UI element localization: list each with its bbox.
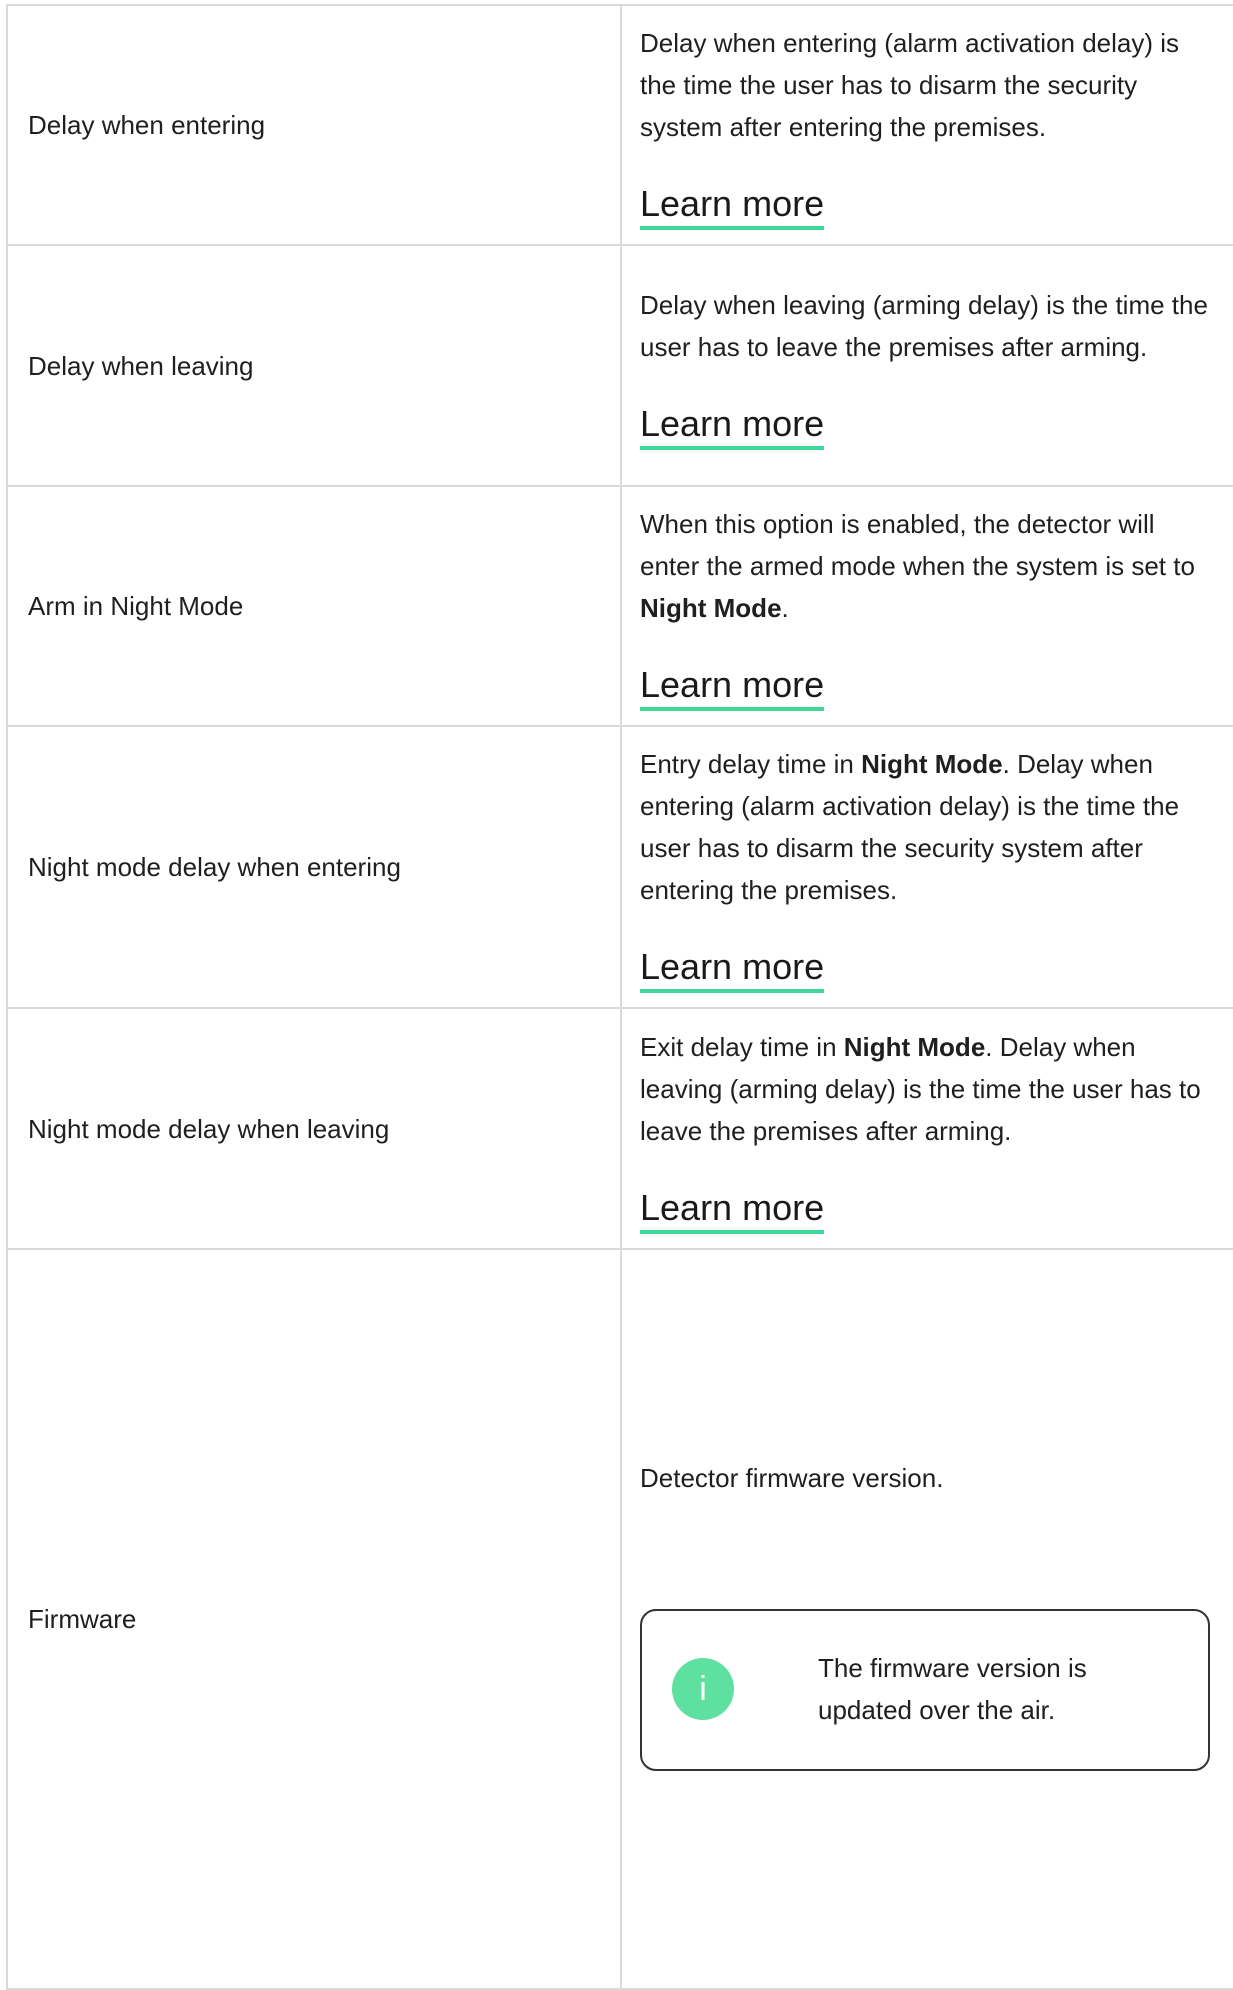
setting-description: Entry delay time in Night Mode. Delay wh…: [640, 743, 1211, 911]
setting-name-cell: Delay when leaving: [6, 244, 622, 487]
setting-description: Delay when leaving (arming delay) is the…: [640, 289, 1208, 362]
setting-name: Delay when entering: [28, 110, 266, 140]
description-text: When this option is enabled, the detecto…: [640, 509, 1195, 581]
learn-more-link[interactable]: Learn more: [640, 663, 825, 711]
setting-description-cell: Detector firmware version. i The firmwar…: [620, 1248, 1233, 1990]
table-row: Delay when leaving Delay when leaving (a…: [6, 244, 1233, 487]
description-text: Entry delay time in: [640, 749, 862, 779]
setting-name-cell: Arm in Night Mode: [6, 485, 622, 727]
info-note-text: The firmware version is updated over the…: [818, 1653, 1087, 1725]
night-mode-term: Night Mode: [843, 1031, 986, 1062]
info-note: i The firmware version is updated over t…: [640, 1609, 1210, 1771]
table-row: Night mode delay when leaving Exit delay…: [6, 1007, 1233, 1250]
setting-name: Night mode delay when entering: [28, 852, 401, 882]
setting-description-cell: When this option is enabled, the detecto…: [620, 485, 1233, 727]
learn-more-link[interactable]: Learn more: [640, 182, 825, 230]
info-icon: i: [672, 1658, 734, 1720]
setting-description-cell: Entry delay time in Night Mode. Delay wh…: [620, 725, 1233, 1009]
setting-description-cell: Delay when leaving (arming delay) is the…: [620, 244, 1233, 487]
setting-name-cell: Night mode delay when leaving: [6, 1007, 622, 1250]
table-row: Night mode delay when entering Entry del…: [6, 725, 1233, 1009]
setting-name-cell: Firmware: [6, 1248, 622, 1990]
setting-name: Night mode delay when leaving: [28, 1113, 390, 1144]
setting-description: Exit delay time in Night Mode. Delay whe…: [640, 1026, 1211, 1152]
setting-name: Delay when leaving: [28, 350, 254, 381]
learn-more-link[interactable]: Learn more: [640, 402, 825, 450]
table-row: Firmware Detector firmware version. i Th…: [6, 1248, 1233, 1990]
description-text: Exit delay time in: [640, 1031, 844, 1062]
setting-name-cell: Night mode delay when entering: [6, 725, 622, 1009]
table-row: Delay when entering Delay when entering …: [6, 4, 1233, 246]
setting-description: Delay when entering (alarm activation de…: [640, 28, 1180, 142]
learn-more-link[interactable]: Learn more: [640, 945, 825, 993]
night-mode-term: Night Mode: [861, 749, 1003, 779]
setting-name: Arm in Night Mode: [28, 591, 244, 621]
setting-name-cell: Delay when entering: [6, 4, 622, 246]
setting-description-cell: Exit delay time in Night Mode. Delay whe…: [620, 1007, 1233, 1250]
setting-name: Firmware: [28, 1604, 137, 1634]
setting-description-cell: Delay when entering (alarm activation de…: [620, 4, 1233, 246]
description-text: .: [781, 593, 789, 623]
night-mode-term: Night Mode: [640, 593, 782, 623]
table-row: Arm in Night Mode When this option is en…: [6, 485, 1233, 727]
learn-more-link[interactable]: Learn more: [640, 1186, 825, 1234]
settings-table: Delay when entering Delay when entering …: [6, 4, 1233, 1990]
setting-description: Detector firmware version.: [640, 1463, 944, 1493]
setting-description: When this option is enabled, the detecto…: [640, 503, 1211, 629]
